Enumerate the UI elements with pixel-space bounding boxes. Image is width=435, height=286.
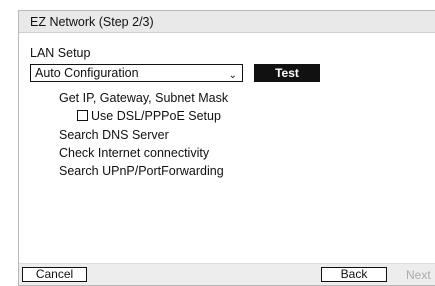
- test-button[interactable]: Test: [254, 64, 320, 82]
- lan-setup-label: LAN Setup: [30, 46, 91, 60]
- lan-configuration-value: Auto Configuration: [35, 66, 139, 80]
- step-search-dns-server: Search DNS Server: [59, 128, 169, 142]
- chevron-down-icon: ⌄: [228, 70, 237, 81]
- use-dsl-pppoe-checkbox[interactable]: [77, 110, 88, 121]
- back-button[interactable]: Back: [321, 267, 387, 282]
- ez-network-dialog: EZ Network (Step 2/3) LAN Setup Auto Con…: [18, 10, 435, 286]
- dialog-button-bar: Cancel Back Next: [19, 263, 435, 285]
- step-search-upnp-portforwarding: Search UPnP/PortForwarding: [59, 164, 224, 178]
- next-button[interactable]: Next: [406, 268, 431, 282]
- step-check-internet-connectivity: Check Internet connectivity: [59, 146, 210, 160]
- step-get-ip-gateway-subnet-mask: Get IP, Gateway, Subnet Mask: [59, 91, 229, 105]
- use-dsl-pppoe-label[interactable]: Use DSL/PPPoE Setup: [91, 109, 221, 123]
- title-bar: EZ Network (Step 2/3): [19, 11, 435, 33]
- dialog-title: EZ Network (Step 2/3): [30, 15, 154, 29]
- lan-configuration-dropdown[interactable]: Auto Configuration ⌄: [30, 64, 243, 82]
- cancel-button[interactable]: Cancel: [22, 267, 87, 282]
